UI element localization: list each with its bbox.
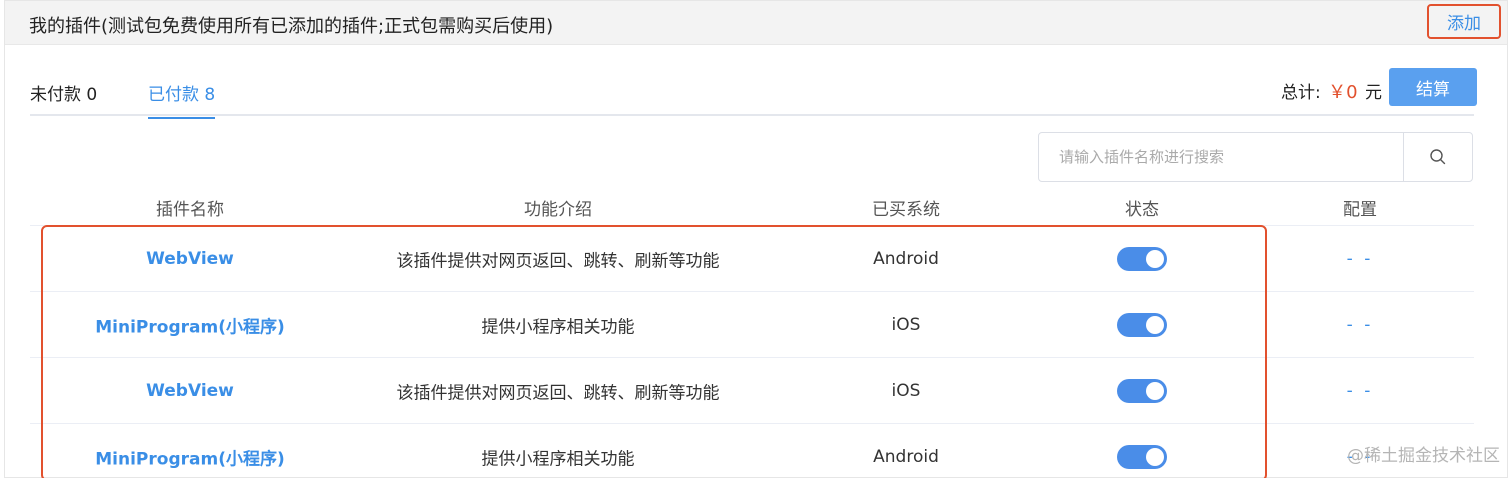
status-toggle[interactable]: [1117, 312, 1167, 337]
plugin-description: 该插件提供对网页返回、跳转、刷新等功能: [396, 251, 720, 271]
config-link[interactable]: - -: [1347, 381, 1374, 401]
total-amount: ￥0: [1328, 82, 1358, 103]
plugin-name-link[interactable]: WebView: [146, 381, 234, 401]
checkout-button[interactable]: 结算: [1389, 68, 1477, 106]
status-toggle[interactable]: [1117, 444, 1167, 469]
plugin-name-link[interactable]: MiniProgram(小程序): [95, 312, 284, 337]
plugin-system: iOS: [891, 314, 921, 335]
plugin-table: 插件名称 功能介绍 已买系统 状态 配置 WebView 该插件提供对网页返回、…: [30, 184, 1474, 478]
toggle-knob: [1146, 315, 1164, 334]
plugin-name-link[interactable]: MiniProgram(小程序): [95, 444, 284, 469]
search-icon: [1430, 149, 1446, 165]
plugin-system: Android: [873, 248, 939, 269]
toggle-knob: [1146, 381, 1164, 400]
toggle-knob: [1146, 249, 1164, 268]
status-toggle[interactable]: [1117, 246, 1167, 271]
total-unit: 元: [1365, 83, 1382, 103]
column-header-config: 配置: [1343, 200, 1377, 220]
config-link[interactable]: - -: [1347, 315, 1374, 335]
table-row: MiniProgram(小程序) 提供小程序相关功能 Android - -: [30, 424, 1474, 478]
table-header: 插件名称 功能介绍 已买系统 状态 配置: [30, 184, 1474, 226]
plugin-description: 提供小程序相关功能: [481, 317, 635, 337]
toggle-knob: [1146, 447, 1164, 466]
plugin-system: Android: [873, 446, 939, 467]
column-header-name: 插件名称: [156, 200, 224, 220]
plugin-search-input[interactable]: [1038, 132, 1404, 182]
column-header-system: 已买系统: [872, 200, 940, 220]
total-summary: 总计: ￥0 元: [1281, 78, 1382, 104]
status-toggle[interactable]: [1117, 378, 1167, 403]
plugin-description: 该插件提供对网页返回、跳转、刷新等功能: [396, 383, 720, 403]
table-row: WebView 该插件提供对网页返回、跳转、刷新等功能 Android - -: [30, 226, 1474, 292]
panel-header: 我的插件(测试包免费使用所有已添加的插件;正式包需购买后使用) 添加: [5, 1, 1507, 45]
column-header-description: 功能介绍: [524, 200, 592, 220]
tab-paid[interactable]: 已付款 8: [148, 80, 216, 119]
payment-tabs: 未付款 0 已付款 8: [30, 66, 1474, 119]
panel-title: 我的插件(测试包免费使用所有已添加的插件;正式包需购买后使用): [29, 16, 554, 37]
watermark-text: @稀土掘金技术社区: [1347, 446, 1500, 466]
plugin-system: iOS: [891, 380, 921, 401]
table-row: MiniProgram(小程序) 提供小程序相关功能 iOS - -: [30, 292, 1474, 358]
table-row: WebView 该插件提供对网页返回、跳转、刷新等功能 iOS - -: [30, 358, 1474, 424]
add-plugin-button[interactable]: 添加: [1427, 4, 1501, 39]
tab-unpaid[interactable]: 未付款 0: [30, 80, 97, 117]
plugin-name-link[interactable]: WebView: [146, 249, 234, 269]
column-header-status: 状态: [1125, 200, 1159, 220]
plugin-description: 提供小程序相关功能: [481, 449, 635, 469]
search-button[interactable]: [1403, 132, 1473, 182]
config-link[interactable]: - -: [1347, 249, 1374, 269]
total-label: 总计:: [1281, 83, 1321, 103]
